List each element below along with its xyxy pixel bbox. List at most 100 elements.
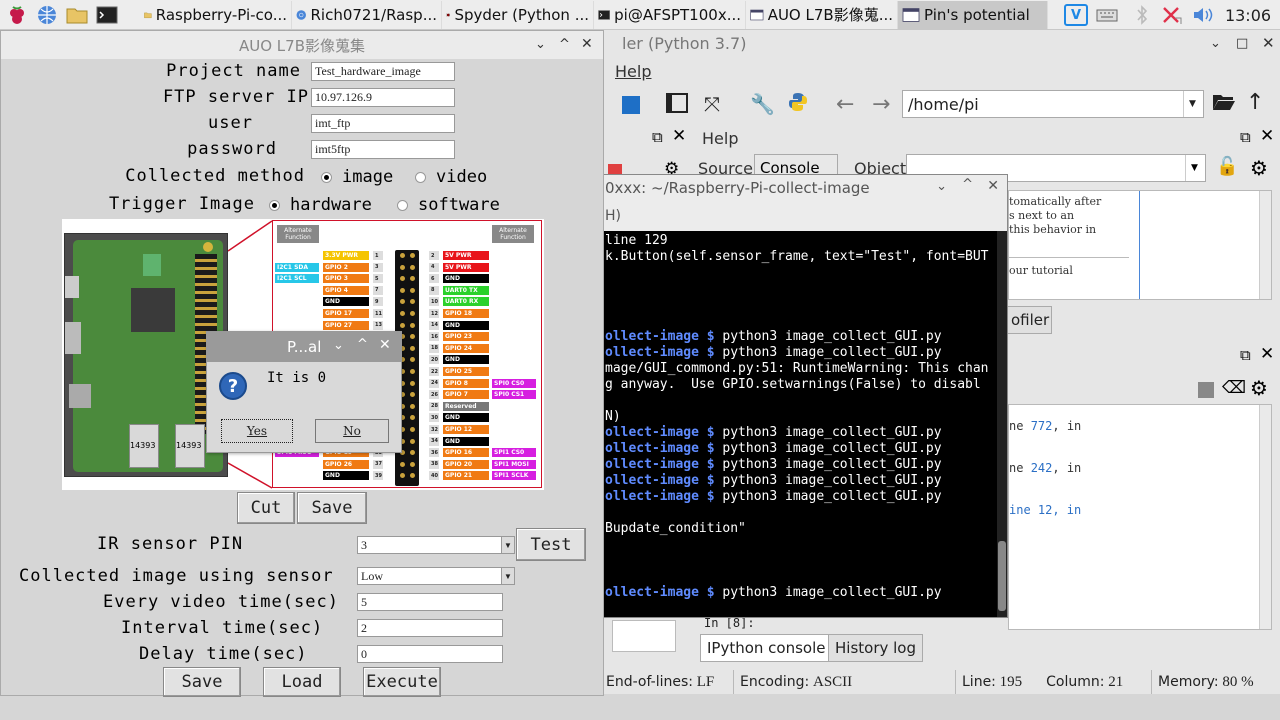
browse-folder-icon[interactable] [1212, 92, 1236, 112]
mount-hole [203, 242, 213, 252]
pin-number: 13 [373, 320, 383, 330]
trigger-software-radio[interactable]: software [397, 195, 500, 215]
pin-dot [410, 438, 415, 444]
terminal-line: ollect-image $ python3 image_collect_GUI… [605, 425, 942, 440]
close-pane-icon[interactable]: ✕ [672, 126, 686, 146]
task-terminal[interactable]: pi@AFSPT100x... [594, 0, 746, 29]
close-icon[interactable]: ✕ [581, 36, 593, 52]
keyboard-icon[interactable] [1094, 0, 1120, 30]
close-icon[interactable]: ✕ [1262, 34, 1275, 52]
load-button[interactable]: Load [263, 667, 341, 697]
bluetooth-icon[interactable] [1130, 0, 1154, 30]
help-tab-label[interactable]: Help [702, 129, 738, 148]
execute-button[interactable]: Execute [363, 667, 441, 697]
file-manager-icon[interactable] [64, 2, 90, 28]
minimize-icon[interactable]: ⌄ [936, 179, 947, 194]
project-name-input[interactable]: Test_hardware_image [311, 62, 455, 81]
close-pane-icon[interactable]: ✕ [1260, 344, 1274, 364]
console-line: ne 242, in [1009, 461, 1082, 475]
wrench-icon[interactable]: 🔧 [750, 92, 775, 116]
maximize-icon[interactable]: ^ [559, 37, 570, 52]
test-button[interactable]: Test [516, 528, 586, 561]
stop-kernel-icon[interactable] [1198, 382, 1214, 398]
close-pane-icon[interactable]: ✕ [1260, 126, 1274, 146]
working-directory-input[interactable]: /home/pi ▼ [902, 90, 1204, 118]
cut-button[interactable]: Cut [237, 492, 295, 524]
method-image-radio[interactable]: image [321, 167, 393, 187]
maximize-icon[interactable]: □ [1236, 36, 1248, 51]
network-disconnected-icon[interactable] [1158, 0, 1186, 30]
terminal-scrollbar[interactable] [997, 231, 1007, 617]
eraser-icon[interactable]: ⌫ [1222, 378, 1246, 398]
volume-icon[interactable] [1190, 0, 1216, 30]
maximize-icon[interactable]: ^ [357, 337, 368, 352]
chevron-down-icon[interactable]: ▼ [501, 568, 514, 584]
task-spyder[interactable]: Spyder (Python ... [442, 0, 594, 29]
tab-ipython-console[interactable]: IPython console [700, 634, 833, 662]
vnc-icon[interactable]: V [1062, 0, 1090, 30]
clock[interactable]: 13:06 [1222, 0, 1274, 30]
password-input[interactable]: imt5ftp [311, 140, 455, 159]
gear-icon[interactable]: ⚙ [1250, 376, 1268, 400]
minimize-icon[interactable]: ⌄ [333, 338, 344, 353]
ftp-server-input[interactable]: 10.97.126.9 [311, 88, 455, 107]
undock-icon[interactable]: ⧉ [652, 128, 663, 146]
message-dialog[interactable]: P...al ⌄ ^ ✕ ? It is 0 Yes No [206, 331, 402, 453]
chevron-down-icon[interactable]: ▼ [501, 537, 514, 553]
dialog-message: It is 0 [267, 370, 327, 386]
task-raspberry-pi-folder[interactable]: Raspberry-Pi-co... [140, 0, 292, 29]
tab-history-log[interactable]: History log [828, 634, 923, 662]
soc-chip [131, 288, 175, 332]
python-icon[interactable] [788, 92, 808, 112]
back-arrow-icon[interactable]: ← [836, 92, 854, 117]
scrollbar-thumb[interactable] [998, 541, 1006, 611]
raspberry-menu-icon[interactable] [4, 2, 30, 28]
ir-sensor-pin-select[interactable]: 3 ▼ [357, 536, 515, 554]
terminal-menu-help[interactable]: H) [605, 208, 621, 224]
task-pins-potential[interactable]: Pin's potential [898, 0, 1048, 29]
stop-icon[interactable] [622, 96, 640, 114]
tab-profiler[interactable]: ofiler [1004, 306, 1052, 334]
undock-icon[interactable]: ⧉ [1240, 128, 1251, 146]
parent-dir-arrow-icon[interactable]: ↑ [1246, 90, 1264, 115]
minimize-icon[interactable]: ⌄ [535, 37, 546, 52]
gui-titlebar: AUO L7B影像蒐集 ⌄ ^ ✕ [1, 31, 603, 59]
task-auo-gui[interactable]: AUO L7B影像蒐... [746, 0, 898, 29]
terminal-launcher-icon[interactable] [94, 2, 120, 28]
web-browser-icon[interactable] [34, 2, 60, 28]
gear-icon[interactable]: ⚙ [1250, 156, 1268, 180]
user-input[interactable]: imt_ftp [311, 114, 455, 133]
run-cell-icon[interactable] [666, 93, 688, 113]
no-button[interactable]: No [315, 419, 389, 443]
help-scrollbar[interactable] [1259, 191, 1271, 299]
save-image-button[interactable]: Save [297, 492, 367, 524]
save-button[interactable]: Save [163, 667, 241, 697]
maximize-pane-icon[interactable]: ⤧ [704, 92, 720, 116]
ipython-console-pane[interactable]: ne 772, in ne 242, in ine 12, in [1008, 404, 1272, 630]
delay-time-input[interactable]: 0 [357, 645, 503, 663]
yes-button[interactable]: Yes [221, 419, 293, 443]
close-icon[interactable]: ✕ [987, 178, 999, 194]
dialog-titlebar: P...al ⌄ ^ ✕ [207, 332, 401, 362]
undock-icon[interactable]: ⧉ [1240, 346, 1251, 364]
trigger-hardware-radio[interactable]: hardware [269, 195, 372, 215]
chevron-down-icon[interactable]: ▼ [1185, 155, 1203, 181]
lock-icon[interactable]: 🔓 [1216, 156, 1238, 177]
terminal-window[interactable]: 0xxx: ~/Raspberry-Pi-collect-image ⌄ ^ ✕… [600, 174, 1008, 618]
pin-label-right: GPIO 12 [443, 425, 489, 434]
console-scrollbar[interactable] [1259, 405, 1271, 629]
interval-time-input[interactable]: 2 [357, 619, 503, 637]
minimize-icon[interactable]: ⌄ [1210, 36, 1221, 51]
terminal-line: line 129 [605, 233, 668, 248]
task-label: Pin's potential [924, 5, 1030, 24]
forward-arrow-icon[interactable]: → [872, 92, 890, 117]
task-chromium[interactable]: Rich0721/Rasp... [292, 0, 442, 29]
sensor-level-select[interactable]: Low ▼ [357, 567, 515, 585]
method-video-radio[interactable]: video [415, 167, 487, 187]
maximize-icon[interactable]: ^ [962, 177, 973, 192]
menu-help[interactable]: Help [615, 62, 651, 81]
pin-label-right: UART0 RX [443, 297, 489, 307]
chevron-down-icon[interactable]: ▼ [1183, 91, 1201, 117]
every-video-time-input[interactable]: 5 [357, 593, 503, 611]
close-icon[interactable]: ✕ [379, 337, 391, 353]
